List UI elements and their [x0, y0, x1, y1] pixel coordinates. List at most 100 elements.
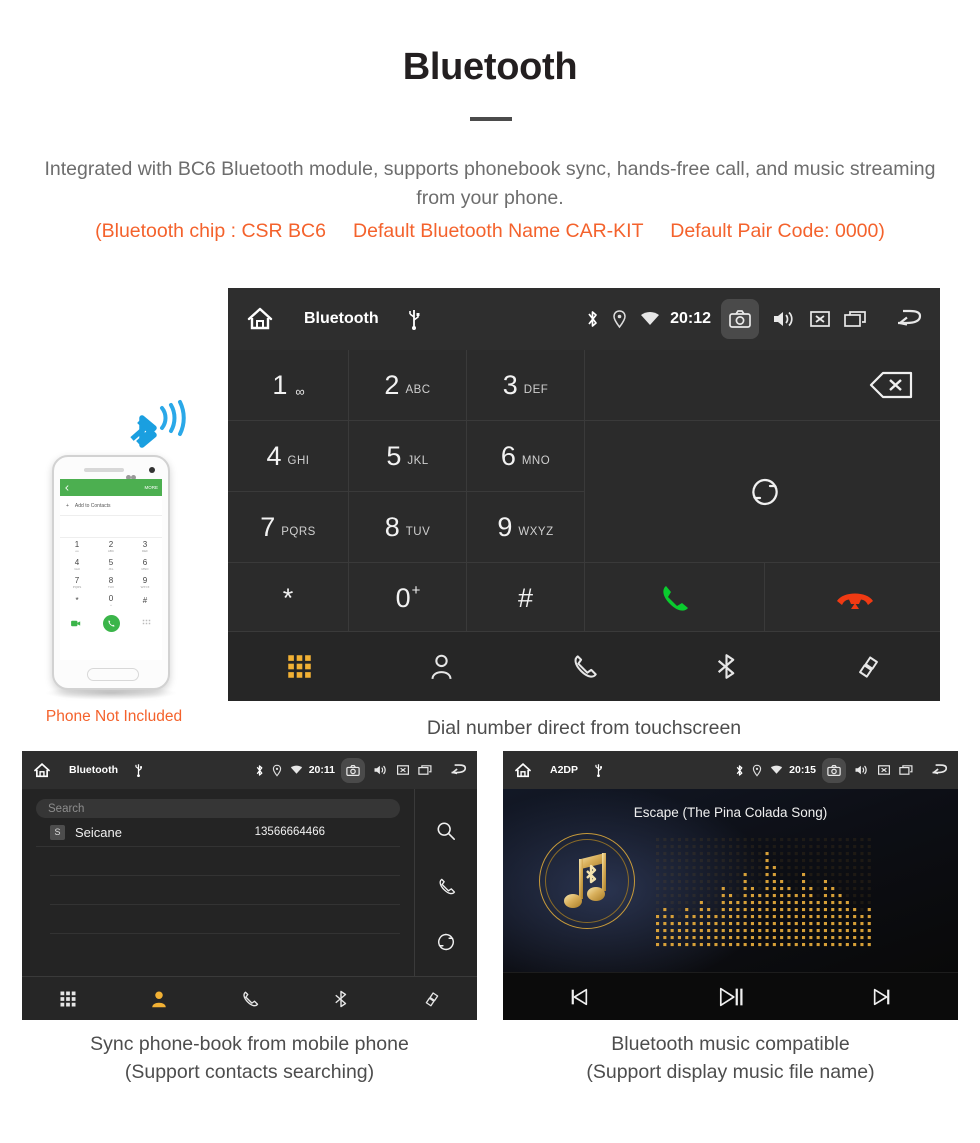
tab-call-log[interactable] [204, 990, 295, 1008]
tab-bluetooth[interactable] [655, 653, 797, 680]
skip-next-icon [874, 988, 890, 1005]
key-sub: GHI [287, 455, 310, 467]
dialer-screen: Bluetooth 20:12 1 ∞ 2 ABC 3 DEF 4 GHI 5 … [228, 288, 940, 701]
key-9[interactable]: 9 WXYZ [467, 492, 584, 562]
previous-button[interactable] [503, 986, 655, 1008]
home-icon[interactable] [246, 306, 274, 332]
phone-home-button [87, 668, 139, 681]
sync-key[interactable] [585, 421, 940, 562]
phone-key-sub: JKL [108, 567, 114, 571]
tab-contacts[interactable] [370, 653, 512, 680]
phone-icon[interactable] [437, 877, 456, 896]
phone-key-sub: oo [75, 549, 79, 553]
tab-keypad[interactable] [228, 653, 370, 680]
call-key[interactable] [585, 563, 764, 634]
tab-link[interactable] [386, 990, 477, 1008]
key-digit: 9 [497, 511, 513, 542]
tab-call-log[interactable] [513, 653, 655, 680]
mute-icon[interactable] [396, 764, 410, 776]
hangup-key[interactable] [765, 563, 940, 634]
key-star[interactable]: * [228, 563, 348, 634]
contact-row[interactable]: S Seicane 13566664466 [36, 818, 400, 847]
search-input[interactable]: Search [36, 799, 400, 818]
key-8[interactable]: 8 TUV [349, 492, 466, 562]
usb-icon [594, 763, 603, 777]
search-icon[interactable] [436, 821, 456, 841]
contact-empty-row [50, 847, 400, 876]
key-hash[interactable]: # [467, 563, 584, 634]
phonebook-clock: 20:11 [308, 764, 335, 776]
phone-add-contact-row: + Add to Contacts [60, 496, 162, 516]
camera-icon[interactable] [822, 757, 846, 783]
mute-icon[interactable] [877, 764, 891, 776]
phone-keypad: 1 oo 2 ABC 3 DEF 4 GHI 5 JKL 6 MNO 7 PQRS 8 TUV 9 WXYZ * 0 +… [60, 538, 162, 610]
phone-key-sub: + [110, 603, 112, 607]
contact-icon [150, 990, 168, 1008]
back-icon[interactable] [894, 308, 926, 330]
volume-icon[interactable] [772, 309, 796, 329]
key-0[interactable]: 0 + [349, 563, 466, 634]
tab-contacts[interactable] [113, 990, 204, 1008]
phone-key-digit: 6 [142, 558, 148, 567]
phonebook-statusbar: Bluetooth 20:11 [22, 751, 477, 789]
dialer-statusbar: Bluetooth 20:12 [228, 288, 940, 350]
plus-icon: + [66, 502, 69, 509]
next-button[interactable] [806, 986, 958, 1008]
hangup-icon [836, 593, 873, 609]
key-digit: # [517, 583, 534, 613]
phone-key-7: 7 PQRS [60, 574, 94, 592]
key-1[interactable]: 1 ∞ [228, 350, 348, 420]
volume-icon[interactable] [854, 764, 869, 776]
tab-bluetooth[interactable] [295, 990, 386, 1008]
phonebook-caption: Sync phone-book from mobile phone (Suppo… [22, 1030, 477, 1086]
recents-icon[interactable] [899, 764, 914, 776]
back-icon[interactable] [449, 763, 469, 777]
bluetooth-signal-icon [130, 400, 186, 448]
back-icon[interactable] [930, 763, 950, 777]
phone-body: MORE + Add to Contacts 1 oo 2 ABC 3 DEF 4 GHI 5 J… [52, 455, 170, 690]
contact-empty-row [50, 905, 400, 934]
backspace-key[interactable] [585, 350, 940, 420]
key-7[interactable]: 7 PQRS [228, 492, 348, 562]
music-caption: Bluetooth music compatible (Support disp… [503, 1030, 958, 1086]
phone-add-label: Add to Contacts [74, 502, 111, 509]
key-digit: 5 [386, 440, 402, 471]
location-icon [272, 764, 282, 777]
camera-icon[interactable] [721, 299, 759, 339]
key-2[interactable]: 2 ABC [349, 350, 466, 420]
key-digit: * [282, 583, 294, 613]
key-digit: 1 [272, 369, 288, 400]
bluetooth-icon [255, 764, 264, 777]
phonebook-tabbar [22, 976, 477, 1020]
key-digit: 4 [266, 440, 282, 471]
key-4[interactable]: 4 GHI [228, 421, 348, 491]
sync-icon[interactable] [436, 932, 456, 952]
mute-icon[interactable] [809, 309, 831, 329]
phone-key-sub: GHI [74, 567, 80, 571]
key-3[interactable]: 3 DEF [467, 350, 584, 420]
play-pause-icon [719, 987, 743, 1006]
home-icon[interactable] [514, 762, 532, 779]
tab-link[interactable] [798, 653, 940, 680]
contact-avatar: S [50, 824, 65, 840]
recents-icon[interactable] [844, 309, 868, 329]
home-icon[interactable] [33, 762, 51, 779]
phone-key-sub: ABC [107, 549, 115, 553]
volume-icon[interactable] [373, 764, 388, 776]
play-pause-button[interactable] [655, 984, 807, 1010]
key-5[interactable]: 5 JKL [349, 421, 466, 491]
phonebook-caption-line2: (Support contacts searching) [124, 1061, 375, 1083]
wifi-icon [640, 311, 660, 327]
tab-keypad[interactable] [22, 990, 113, 1008]
key-sub: ABC [405, 384, 431, 396]
location-icon [752, 764, 762, 777]
phone-key-8: 8 TUV [94, 574, 128, 592]
link-icon [855, 653, 882, 680]
phone-key-sub: WXYZ [140, 585, 150, 589]
contact-name: Seicane [75, 824, 122, 840]
phone-video-icon [71, 620, 81, 626]
music-controls [503, 972, 958, 1020]
key-6[interactable]: 6 MNO [467, 421, 584, 491]
camera-icon[interactable] [341, 757, 365, 783]
recents-icon[interactable] [418, 764, 433, 776]
